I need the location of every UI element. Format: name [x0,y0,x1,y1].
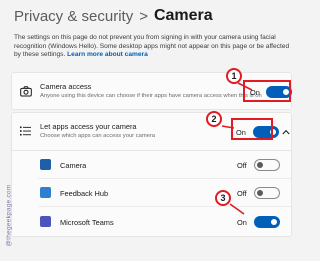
callout-box-2 [231,118,273,140]
watermark: @thegeekpage.com [5,184,13,247]
callout-number-1: 1 [226,68,242,84]
callout-number-2: 2 [206,111,222,127]
callout-number-3: 3 [215,190,231,206]
